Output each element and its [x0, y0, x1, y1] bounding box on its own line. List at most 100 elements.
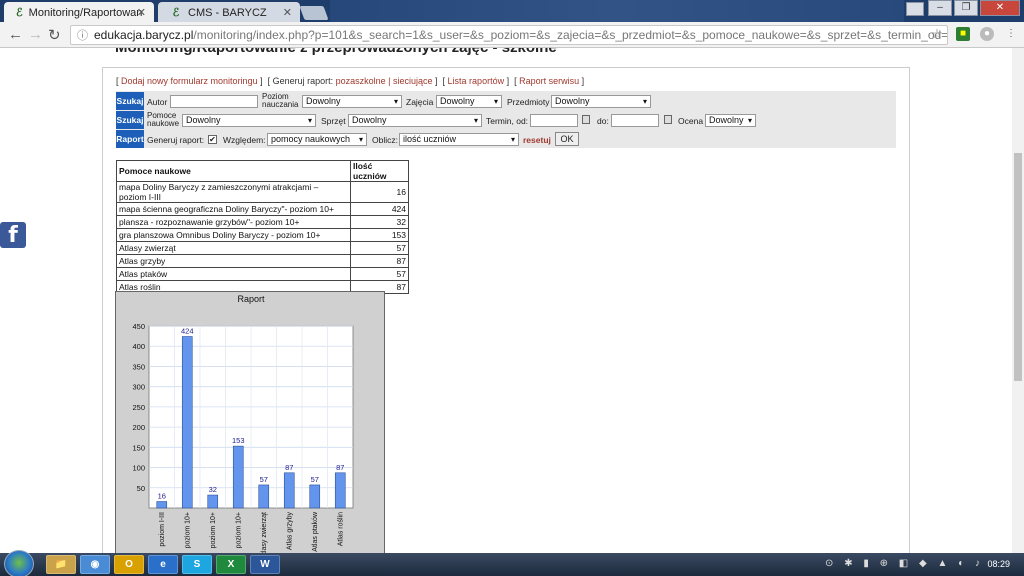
search-tag: Szukaj [116, 92, 144, 110]
address-bar[interactable]: ⓘ edukacja.barycz.pl/monitoring/index.ph… [70, 25, 948, 45]
data-label: 32 [209, 485, 217, 494]
service-report-link[interactable]: Raport serwisu [519, 76, 579, 86]
table-row: gra planszowa Omnibus Doliny Baryczy - p… [116, 228, 409, 242]
author-input[interactable] [170, 95, 258, 108]
maximize-button[interactable]: ❐ [954, 0, 978, 16]
data-label: 57 [311, 475, 319, 484]
filter-row-3: Raport Generuj raport: ✔ Względem: pomoc… [116, 130, 896, 148]
x-tick-label: Atlas grzyby [286, 512, 293, 551]
calendar-icon[interactable] [582, 115, 590, 124]
student-count-cell: 32 [350, 215, 409, 229]
bar [207, 494, 219, 509]
bookmark-star-icon[interactable]: ☆ [930, 27, 944, 41]
forward-arrow-icon[interactable]: → [28, 26, 43, 43]
classes-label: Zajęcia [406, 97, 434, 107]
equipment-label: Sprzęt [321, 116, 346, 126]
window-close-button[interactable]: ✕ [980, 0, 1020, 16]
minimize-button[interactable]: – [928, 0, 952, 16]
x-tick-label: Atlas roślin [337, 512, 344, 546]
report-list-link[interactable]: Lista raportów [448, 76, 505, 86]
date-from-input[interactable] [530, 114, 578, 127]
generate-checkbox[interactable]: ✔ [208, 135, 217, 144]
rating-select[interactable]: Dowolny [705, 114, 756, 127]
info-icon[interactable]: ⓘ [77, 27, 88, 43]
tab-label: Monitoring/Raportowan [28, 6, 143, 19]
relative-select[interactable]: pomocy naukowych [267, 133, 367, 146]
bar [334, 472, 346, 509]
outlook-icon[interactable]: O [114, 555, 144, 574]
classes-select[interactable]: Dowolny [436, 95, 502, 108]
generate-report-label: Generuj raport: [272, 76, 334, 86]
skype-icon[interactable]: S [182, 555, 212, 574]
reset-link[interactable]: resetuj [523, 135, 551, 145]
aid-name-cell: Atlas grzyby [116, 254, 351, 268]
report-tag: Raport [116, 130, 144, 148]
table-row: mapa ścienna geograficzna Doliny Baryczy… [116, 202, 409, 216]
calendar-icon[interactable] [664, 115, 672, 124]
aids-select[interactable]: Dowolny [182, 114, 316, 127]
aid-name-cell: mapa Doliny Baryczy z zamieszczonymi atr… [116, 181, 351, 203]
table-row: plansza - rozpoznawanie grzybów"- poziom… [116, 215, 409, 229]
generate-report-links[interactable]: pozaszkolne | sieciujące [336, 76, 433, 86]
chart-svg: 50 100 150 200 250 300 350 400 450 16 poziom I-III… [132, 322, 354, 553]
equipment-select[interactable]: Dowolny [348, 114, 482, 127]
back-arrow-icon[interactable]: ← [8, 26, 23, 43]
menu-icon[interactable]: ⋮ [1004, 27, 1018, 41]
profile-button[interactable] [906, 2, 924, 16]
explorer-icon[interactable]: 📁 [46, 555, 76, 574]
y-tick-label: 150 [132, 443, 145, 452]
facebook-icon[interactable]: f [0, 222, 26, 248]
aid-name-cell: plansza - rozpoznawanie grzybów"- poziom… [116, 215, 351, 229]
y-tick-label: 400 [132, 342, 145, 351]
tab-close-icon[interactable]: ✕ [137, 6, 146, 19]
y-tick-label: 450 [132, 322, 145, 331]
excel-icon[interactable]: X [216, 555, 246, 574]
url-path: /monitoring/index.php?p=101&s_search=1&s… [193, 28, 948, 42]
x-tick-label: poziom 10+ [184, 512, 191, 548]
browser-toolbar: ← → ↻ ⓘ edukacja.barycz.pl/monitoring/in… [0, 22, 1024, 48]
subjects-select[interactable]: Dowolny [551, 95, 651, 108]
tab-label: CMS - BARYCZ [188, 6, 267, 19]
generate-label: Generuj raport: [147, 135, 205, 145]
word-icon[interactable]: W [250, 555, 280, 574]
tab-close-icon[interactable]: ✕ [283, 6, 292, 19]
page-title: Monitoring/Raportowanie z przeprowadzony… [115, 48, 557, 56]
new-tab-button[interactable] [299, 6, 329, 20]
data-label: 87 [285, 463, 293, 472]
reload-icon[interactable]: ↻ [48, 26, 61, 44]
ie-icon[interactable]: e [148, 555, 178, 574]
system-tray: ⊙ ✱ ▮ ⊕ ◧ ◆ ▲ ◐ ♪ [825, 558, 984, 569]
date-to-input[interactable] [611, 114, 659, 127]
report-chart: Raport 50 100 150 200 250 300 350 400 450 16 pozio… [115, 291, 385, 553]
filter-row-2: Szukaj Pomoce naukowe Dowolny Sprzęt Dow… [116, 111, 896, 129]
table-header: Ilość uczniów [350, 160, 409, 182]
tab-strip: ℰ Monitoring/Raportowan ✕ ℰ CMS - BARYCZ… [0, 0, 1024, 23]
vertical-scrollbar[interactable] [1012, 48, 1024, 553]
bar [181, 336, 193, 509]
tab-cms[interactable]: ℰ CMS - BARYCZ ✕ [158, 2, 300, 23]
subjects-label: Przedmioty [507, 97, 550, 107]
data-label: 57 [260, 475, 268, 484]
ok-button[interactable]: OK [555, 132, 579, 146]
student-count-cell: 57 [350, 241, 409, 255]
report-table: Pomoce naukowe Ilość uczniów mapa Doliny… [116, 160, 409, 294]
aids-label: Pomoce naukowe [147, 111, 180, 128]
aid-name-cell: mapa ścienna geograficzna Doliny Baryczy… [116, 202, 351, 216]
action-links: [ Dodaj nowy formularz monitoringu ] [ G… [116, 76, 585, 86]
level-select[interactable]: Dowolny [302, 95, 402, 108]
add-form-link[interactable]: Dodaj nowy formularz monitoringu [121, 76, 258, 86]
search-tag: Szukaj [116, 111, 144, 129]
data-label: 87 [336, 463, 344, 472]
bar [258, 484, 270, 509]
extension-icon[interactable]: ■ [956, 27, 970, 41]
start-button[interactable] [4, 550, 34, 576]
chrome-icon[interactable]: ◉ [80, 555, 110, 574]
extension-icon[interactable]: ● [980, 27, 994, 41]
relative-label: Względem: [223, 135, 266, 145]
table-row: Atlas ptaków 57 [116, 267, 409, 281]
taskbar: 📁 ◉ Oe S X W ⊙ ✱ ▮ ⊕ ◧ ◆ ▲ ◐ ♪ 08:29 [0, 550, 1024, 576]
calc-select[interactable]: ilość uczniów [399, 133, 519, 146]
table-row: mapa Doliny Baryczy z zamieszczonymi atr… [116, 181, 409, 203]
tab-monitoring[interactable]: ℰ Monitoring/Raportowan ✕ [4, 2, 154, 23]
scrollbar-thumb[interactable] [1014, 153, 1022, 381]
